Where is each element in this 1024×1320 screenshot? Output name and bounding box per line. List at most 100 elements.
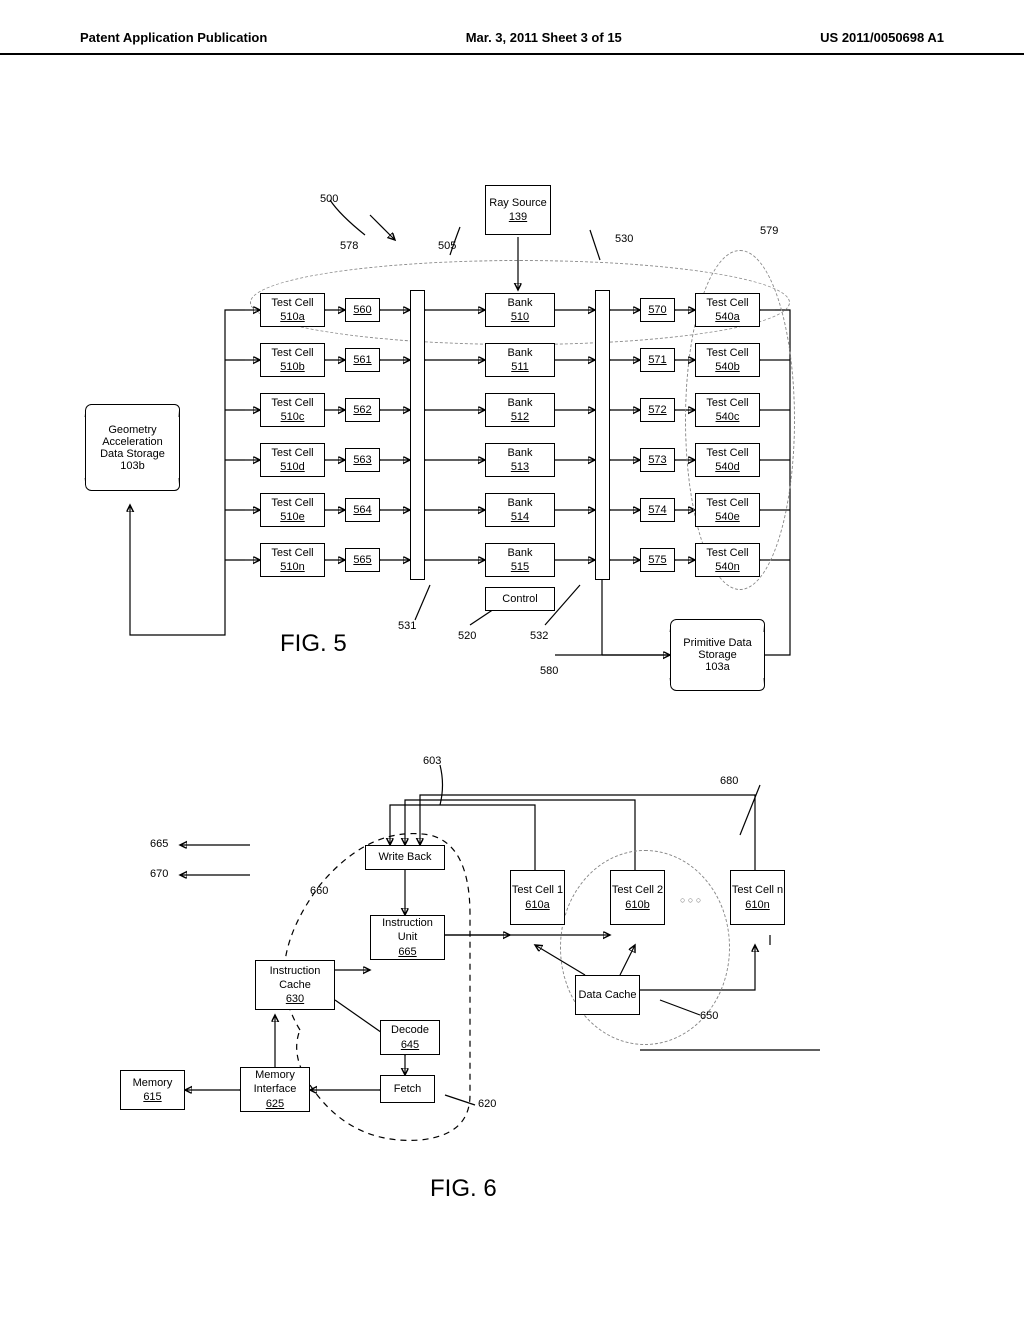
left-mid-box: 565 <box>345 548 380 572</box>
label-660: 660 <box>310 885 328 897</box>
label-665: 665 <box>150 838 168 850</box>
test-cell-n: Test Cell n 610n <box>730 870 785 925</box>
right-mid-box: 570 <box>640 298 675 322</box>
instr-cache-box: Instruction Cache 630 <box>255 960 335 1010</box>
right-mid-box: 575 <box>640 548 675 572</box>
control-label: Control <box>502 592 537 606</box>
bank-box: Bank515 <box>485 543 555 577</box>
mem-if-label: Memory Interface <box>241 1068 309 1097</box>
ray-source-box: Ray Source 139 <box>485 185 551 235</box>
decode-box: Decode 645 <box>380 1020 440 1055</box>
memory-box: Memory 615 <box>120 1070 185 1110</box>
test-cell-2: Test Cell 2 610b <box>610 870 665 925</box>
bank-box: Bank514 <box>485 493 555 527</box>
tc1-ref: 610a <box>525 898 549 912</box>
memory-ref: 615 <box>143 1090 161 1104</box>
label-531: 531 <box>398 620 416 632</box>
prim-l2: Storage <box>675 649 760 661</box>
label-680: 680 <box>720 775 738 787</box>
left-mid-box: 563 <box>345 448 380 472</box>
tcn-name: Test Cell n <box>732 883 783 897</box>
left-mid-box: 561 <box>345 348 380 372</box>
left-mid-box: 562 <box>345 398 380 422</box>
decode-label: Decode <box>391 1023 429 1037</box>
right-test-cell: Test Cell540a <box>695 293 760 327</box>
bank-box: Bank510 <box>485 293 555 327</box>
instr-cache-label: Instruction Cache <box>256 964 334 993</box>
mem-if-ref: 625 <box>266 1097 284 1111</box>
geom-l1: Geometry <box>90 424 175 436</box>
prim-l1: Primitive Data <box>675 637 760 649</box>
left-test-cell: Test Cell510d <box>260 443 325 477</box>
write-back-label: Write Back <box>379 850 432 864</box>
right-test-cell: Test Cell540n <box>695 543 760 577</box>
left-mid-box: 560 <box>345 298 380 322</box>
fetch-label: Fetch <box>394 1082 422 1096</box>
right-test-cell: Test Cell540c <box>695 393 760 427</box>
header-left: Patent Application Publication <box>80 30 267 45</box>
geom-l2: Acceleration <box>90 436 175 448</box>
mem-if-box: Memory Interface 625 <box>240 1067 310 1112</box>
data-cache-box: Data Cache <box>575 975 640 1015</box>
test-cell-1: Test Cell 1 610a <box>510 870 565 925</box>
prim-ref: 103a <box>675 661 760 673</box>
bank-box: Bank511 <box>485 343 555 377</box>
label-670: 670 <box>150 868 168 880</box>
ellipsis-dots: ○ ○ ○ <box>680 895 701 905</box>
geom-l3: Data Storage <box>90 448 175 460</box>
label-650: 650 <box>700 1010 718 1022</box>
label-530: 530 <box>615 233 633 245</box>
right-test-cell: Test Cell540b <box>695 343 760 377</box>
left-test-cell: Test Cell510e <box>260 493 325 527</box>
fig5-title: FIG. 5 <box>280 630 347 658</box>
ray-source-ref: 139 <box>509 210 527 224</box>
left-test-cell: Test Cell510c <box>260 393 325 427</box>
instr-unit-box: Instruction Unit 665 <box>370 915 445 960</box>
control-box: Control <box>485 587 555 611</box>
right-mid-box: 572 <box>640 398 675 422</box>
data-cache-label: Data Cache <box>578 988 636 1002</box>
right-test-cell: Test Cell540e <box>695 493 760 527</box>
right-mid-box: 573 <box>640 448 675 472</box>
tcn-ref: 610n <box>745 898 769 912</box>
instr-unit-ref: 665 <box>398 945 416 959</box>
fetch-box: Fetch <box>380 1075 435 1103</box>
geom-storage: Geometry Acceleration Data Storage 103b <box>85 410 180 485</box>
diagram-page: Ray Source 139 Control Geometry Accelera… <box>0 65 1024 1315</box>
label-620: 620 <box>478 1098 496 1110</box>
tc1-name: Test Cell 1 <box>512 883 563 897</box>
label-532: 532 <box>530 630 548 642</box>
tc2-name: Test Cell 2 <box>612 883 663 897</box>
right-mid-box: 571 <box>640 348 675 372</box>
label-578: 578 <box>340 240 358 252</box>
prim-storage: Primitive Data Storage 103a <box>670 625 765 685</box>
left-test-cell: Test Cell510n <box>260 543 325 577</box>
header-right: US 2011/0050698 A1 <box>820 30 944 45</box>
page-header: Patent Application Publication Mar. 3, 2… <box>0 0 1024 55</box>
right-mid-box: 574 <box>640 498 675 522</box>
left-test-cell: Test Cell510b <box>260 343 325 377</box>
header-center: Mar. 3, 2011 Sheet 3 of 15 <box>466 30 622 45</box>
bank-box: Bank513 <box>485 443 555 477</box>
instr-unit-label: Instruction Unit <box>371 916 444 945</box>
left-mid-box: 564 <box>345 498 380 522</box>
ray-source-label: Ray Source <box>489 196 546 210</box>
label-505: 505 <box>438 240 456 252</box>
label-603: 603 <box>423 755 441 767</box>
label-520: 520 <box>458 630 476 642</box>
label-500: 500 <box>320 193 338 205</box>
geom-ref: 103b <box>90 460 175 472</box>
tc2-ref: 610b <box>625 898 649 912</box>
label-580: 580 <box>540 665 558 677</box>
vbar-right <box>595 290 610 580</box>
memory-label: Memory <box>133 1076 173 1090</box>
instr-cache-ref: 630 <box>286 992 304 1006</box>
write-back-box: Write Back <box>365 845 445 870</box>
right-test-cell: Test Cell540d <box>695 443 760 477</box>
label-579: 579 <box>760 225 778 237</box>
bank-box: Bank512 <box>485 393 555 427</box>
left-test-cell: Test Cell510a <box>260 293 325 327</box>
vbar-left <box>410 290 425 580</box>
fig6-arrows <box>0 65 1024 1315</box>
fig6-title: FIG. 6 <box>430 1175 497 1203</box>
